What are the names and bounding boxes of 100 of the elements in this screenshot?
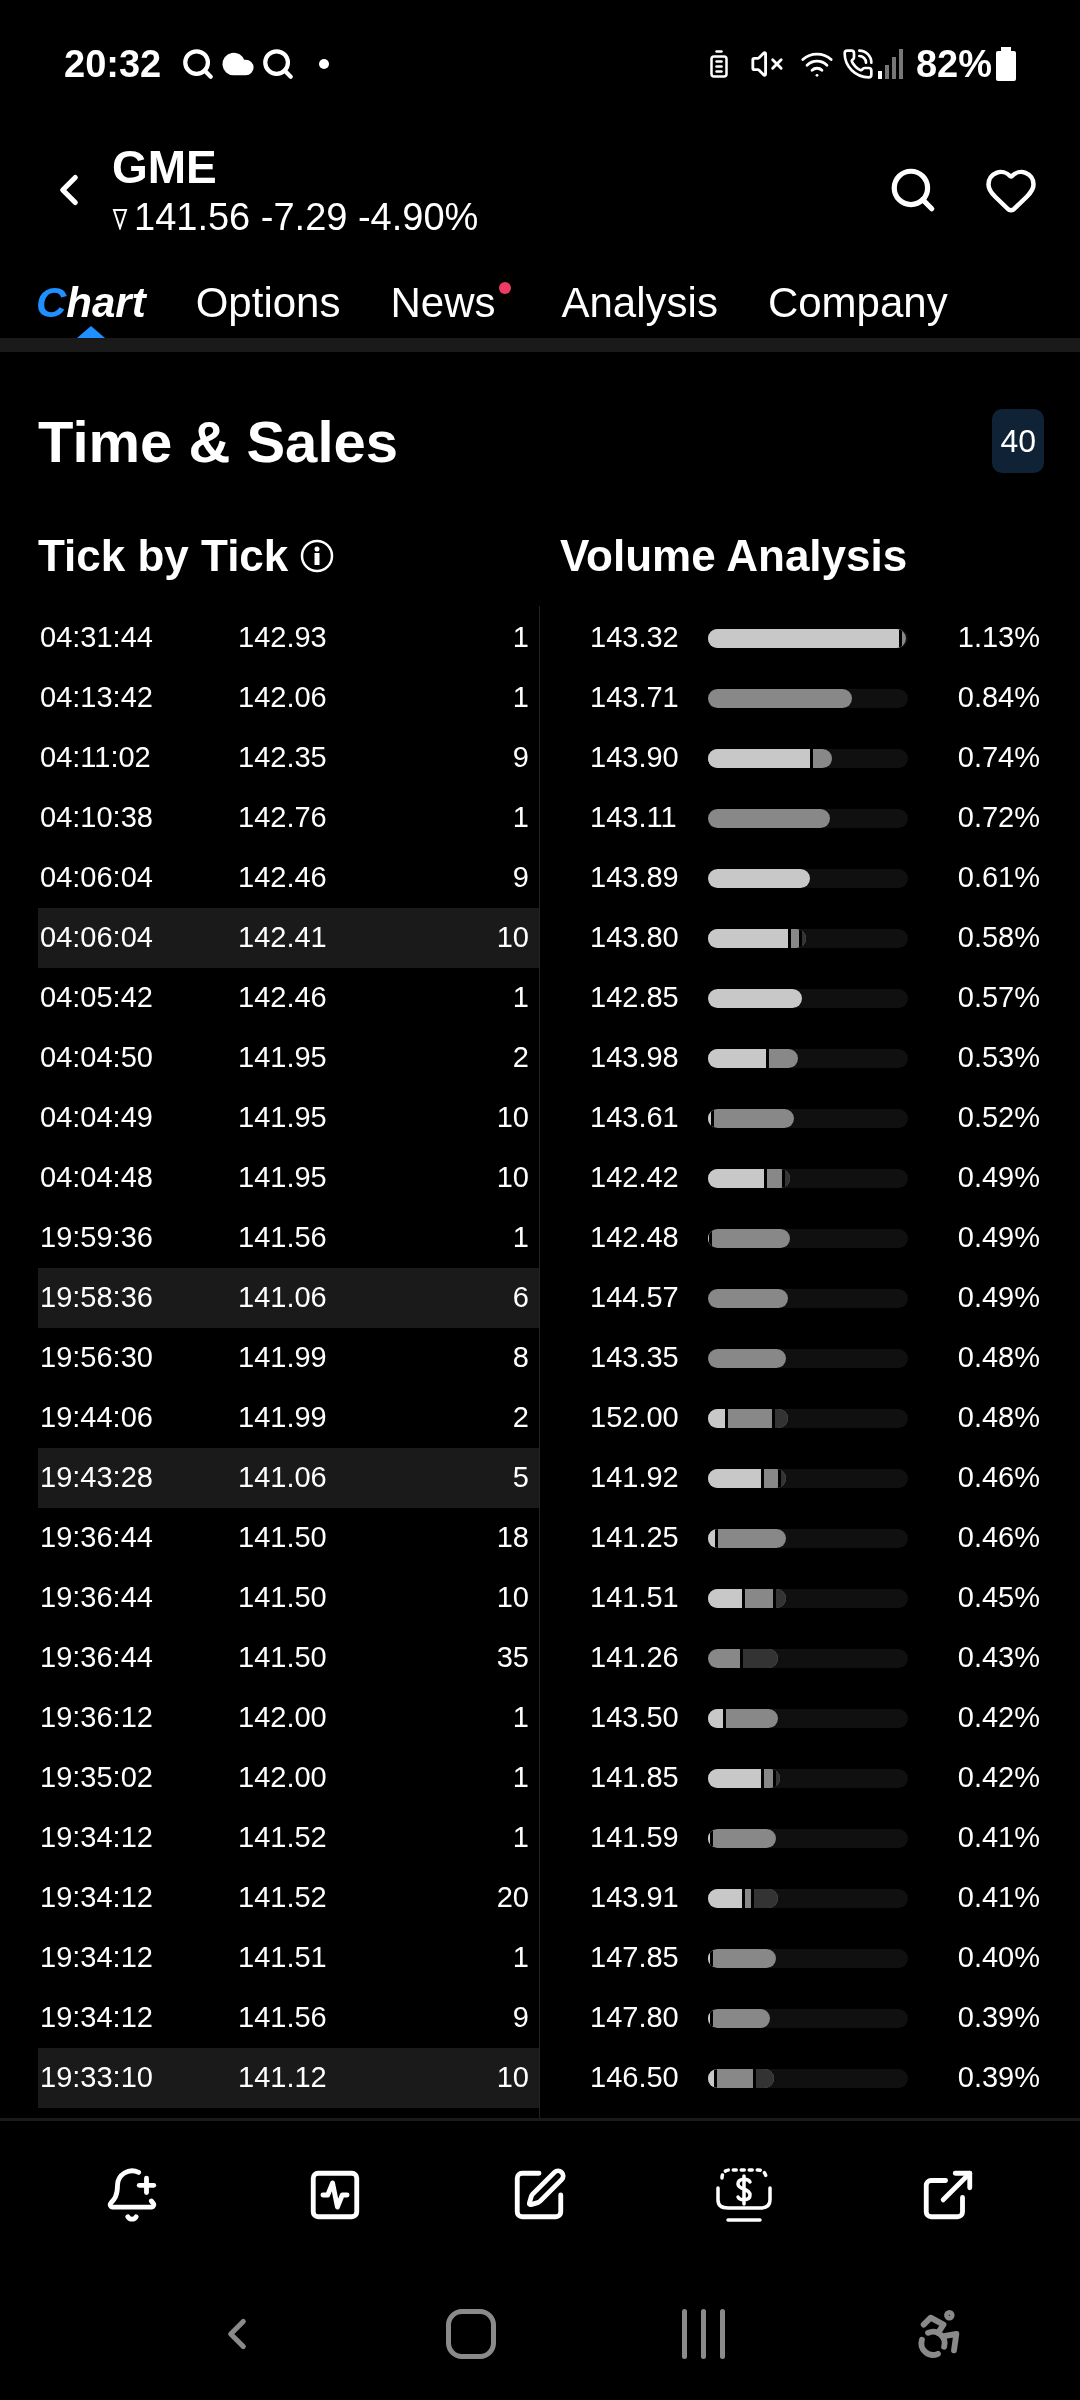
trade-price: 141.56: [237, 1220, 328, 1256]
trade-size: 9: [511, 2000, 530, 2036]
trade-price: 141.50: [237, 1640, 328, 1676]
trade-time: 19:34:12: [39, 1940, 154, 1976]
trade-price: 141.99: [237, 1340, 328, 1376]
volume-price: 141.25: [589, 1520, 680, 1556]
trade-price: 141.52: [237, 1880, 328, 1916]
volume-share: 0.49%: [956, 1220, 1041, 1256]
volume-price: 146.50: [589, 2060, 680, 2096]
nav-recents-button[interactable]: [680, 2309, 728, 2359]
trade-price: 142.00: [237, 1760, 328, 1796]
volume-share: 0.53%: [956, 1040, 1041, 1076]
trade-size: 1: [511, 1700, 530, 1736]
trade-size: 10: [495, 1100, 530, 1136]
trade-time: 04:13:42: [39, 680, 154, 716]
volume-price: 147.85: [589, 1940, 680, 1976]
trade-price: 141.99: [237, 1400, 328, 1436]
tab[interactable]: Company: [767, 282, 948, 338]
trade-time: 04:04:50: [39, 1040, 154, 1076]
trade-price: 142.93: [237, 620, 328, 656]
volume-price: 147.80: [589, 2000, 680, 2036]
volume-price: 143.91: [589, 1880, 680, 1916]
trade-time: 19:36:44: [39, 1640, 154, 1676]
trade-price: 142.06: [237, 680, 328, 716]
volume-price: 143.80: [589, 920, 680, 956]
trade-time: 04:31:44: [39, 620, 154, 656]
trade-size: 10: [495, 1580, 530, 1616]
trade-time: 19:34:12: [39, 2000, 154, 2036]
trade-time: 19:36:44: [39, 1580, 154, 1616]
trade-price: 141.52: [237, 1820, 328, 1856]
trade-size: 2: [511, 1400, 530, 1436]
trade-size: 1: [511, 1760, 530, 1796]
trade-size: 5: [398, 1448, 539, 1508]
volume-share: 0.42%: [956, 1700, 1041, 1736]
volume-share: 0.48%: [956, 1400, 1041, 1436]
volume-share: 0.49%: [956, 1160, 1041, 1196]
trade-size: 1: [511, 980, 530, 1016]
volume-price: 143.35: [589, 1340, 680, 1376]
volume-price: 144.57: [589, 1280, 680, 1316]
volume-share: 0.42%: [956, 1760, 1041, 1796]
trade-time: 04:04:48: [39, 1160, 154, 1196]
trade-size: 1: [511, 620, 530, 656]
trade-price: 142.46: [237, 980, 328, 1016]
trade-time: 19:36:44: [39, 1520, 154, 1556]
trade-size: 10: [495, 1160, 530, 1196]
trade-price: 141.12: [218, 2048, 398, 2108]
trade-price: 141.95: [237, 1100, 328, 1136]
trade-time: 19:34:12: [39, 1880, 154, 1916]
column-title: Volume Analysis: [559, 530, 908, 582]
trade-time: 19:59:36: [39, 1220, 154, 1256]
volume-share: 0.72%: [956, 800, 1041, 836]
trade-price: 142.46: [237, 860, 328, 896]
volume-share: 0.46%: [956, 1520, 1041, 1556]
trade-size: 1: [511, 800, 530, 836]
volume-share: 0.58%: [956, 920, 1041, 956]
volume-price: 142.42: [589, 1160, 680, 1196]
trade-time: 04:11:02: [39, 740, 152, 776]
battery-percent: 82%: [915, 41, 992, 87]
tab[interactable]: Analysis: [561, 282, 718, 338]
trade-time: 04:06:04: [39, 860, 154, 896]
trade-time: 19:58:36: [38, 1268, 218, 1328]
volume-share: 0.57%: [956, 980, 1041, 1016]
trade-size: 35: [495, 1640, 530, 1676]
trade-time: 19:35:02: [39, 1760, 154, 1796]
volume-price: 141.85: [589, 1760, 680, 1796]
trade-price: 141.06: [218, 1448, 398, 1508]
tab[interactable]: News: [390, 282, 512, 338]
trade-time: 04:04:49: [39, 1100, 154, 1136]
volume-price: 141.26: [589, 1640, 680, 1676]
volume-share: 0.40%: [956, 1940, 1041, 1976]
volume-share: 0.84%: [956, 680, 1041, 716]
nav-home-button[interactable]: [446, 2309, 496, 2359]
volume-price: 143.98: [589, 1040, 680, 1076]
trade-time: 19:33:10: [38, 2048, 218, 2108]
trade-size: 9: [511, 860, 530, 896]
tab[interactable]: Options: [195, 282, 341, 338]
battery-icon: [996, 47, 1016, 81]
count-badge: 40: [992, 409, 1044, 473]
trade-price: 141.95: [237, 1040, 328, 1076]
trade-size: 1: [511, 1820, 530, 1856]
trade-size: 10: [398, 908, 539, 968]
trade-time: 04:05:42: [39, 980, 154, 1016]
volume-price: 142.85: [589, 980, 680, 1016]
stock-symbol: GME: [112, 139, 218, 195]
volume-share: 0.52%: [956, 1100, 1041, 1136]
trade-price: 141.06: [218, 1268, 398, 1328]
trade-button[interactable]: [713, 2165, 774, 2224]
trade-size: 6: [398, 1268, 539, 1328]
status-time: 20:32: [64, 41, 162, 87]
trade-price: 141.51: [237, 1940, 328, 1976]
volume-share: 0.45%: [956, 1580, 1041, 1616]
trade-price: 142.41: [218, 908, 398, 968]
trade-price: 141.50: [237, 1520, 328, 1556]
section-title: Time & Sales: [38, 407, 398, 476]
volume-price: 143.71: [589, 680, 680, 716]
volume-price: 142.48: [589, 1220, 680, 1256]
signal-icon: [877, 49, 904, 79]
volume-price: 141.92: [589, 1460, 680, 1496]
trade-time: 19:56:30: [39, 1340, 154, 1376]
trade-price: 142.00: [237, 1700, 328, 1736]
